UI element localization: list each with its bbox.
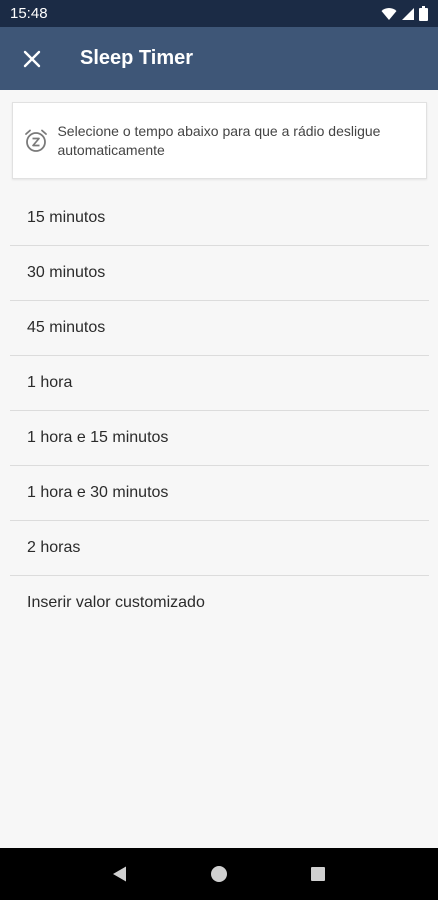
battery-icon: [419, 6, 428, 21]
signal-icon: [402, 7, 414, 20]
info-card: Selecione o tempo abaixo para que a rádi…: [12, 102, 427, 179]
alarm-icon-wrap: [15, 128, 57, 154]
page-title: Sleep Timer: [80, 47, 194, 69]
home-circle-icon: [210, 866, 227, 882]
back-button[interactable]: [100, 854, 140, 894]
option-label: 1 hora e 15 minutos: [27, 429, 169, 446]
option-label: 1 hora: [27, 374, 73, 391]
wifi-icon: [381, 7, 397, 20]
home-button[interactable]: [199, 854, 239, 894]
close-icon: [23, 50, 41, 67]
status-bar: 15:48: [0, 0, 438, 27]
timer-options-list: 15 minutos 30 minutos 45 minutos 1 hora …: [10, 191, 429, 630]
timer-option-30-min[interactable]: 30 minutos: [10, 246, 429, 301]
app-bar: Sleep Timer: [0, 27, 438, 90]
close-button[interactable]: [0, 27, 64, 90]
system-nav-bar: [0, 848, 438, 900]
option-label: 2 horas: [27, 539, 81, 556]
option-label: Inserir valor customizado: [27, 594, 205, 611]
status-time: 15:48: [10, 5, 48, 22]
timer-option-1-hour[interactable]: 1 hora: [10, 356, 429, 411]
alarm-snooze-icon: [25, 129, 48, 152]
timer-option-15-min[interactable]: 15 minutos: [10, 191, 429, 246]
timer-option-2-hours[interactable]: 2 horas: [10, 521, 429, 576]
option-label: 1 hora e 30 minutos: [27, 484, 169, 501]
timer-option-1h30[interactable]: 1 hora e 30 minutos: [10, 466, 429, 521]
timer-option-45-min[interactable]: 45 minutos: [10, 301, 429, 356]
option-label: 30 minutos: [27, 264, 106, 281]
timer-option-1h15[interactable]: 1 hora e 15 minutos: [10, 411, 429, 466]
info-text: Selecione o tempo abaixo para que a rádi…: [57, 122, 381, 158]
back-triangle-icon: [112, 866, 126, 882]
recents-square-icon: [311, 867, 326, 881]
option-label: 45 minutos: [27, 319, 106, 336]
status-icons: [381, 6, 428, 21]
option-label: 15 minutos: [27, 209, 106, 226]
recents-button[interactable]: [298, 854, 338, 894]
timer-option-custom[interactable]: Inserir valor customizado: [10, 576, 429, 630]
